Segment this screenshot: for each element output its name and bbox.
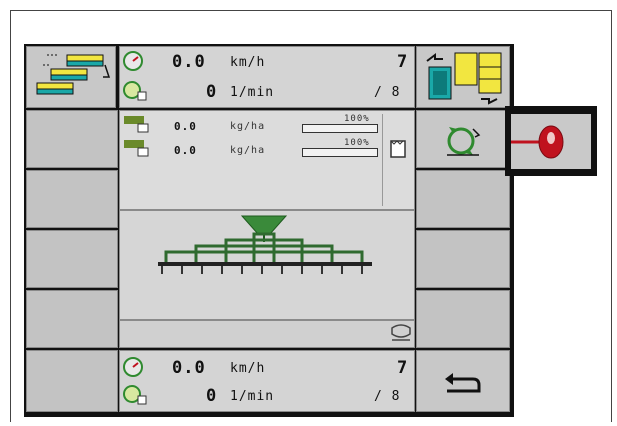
top-rpm-unit: 1/min: [230, 85, 275, 100]
speed-gauge-icon: [123, 51, 143, 71]
joystick-button-icon: [511, 125, 564, 159]
section-layout-icon: [36, 54, 111, 95]
bottom-counter-total: / 8: [374, 389, 401, 404]
rate-1-value: 0.0: [174, 120, 197, 133]
rpm-icon: [123, 81, 147, 101]
bottom-counter-current: 7: [397, 358, 409, 378]
left-softkey-2[interactable]: [26, 110, 118, 168]
refresh-softkey[interactable]: [416, 110, 510, 168]
left-softkey-4[interactable]: [26, 230, 118, 288]
right-softkey-4[interactable]: [416, 230, 510, 288]
back-softkey[interactable]: [416, 350, 510, 412]
hitch-icon: [391, 324, 411, 341]
left-softkey-5[interactable]: [26, 290, 118, 348]
rate-2-unit: kg/ha: [230, 145, 266, 156]
rate-2-bar: [302, 148, 378, 157]
rate-divider: [382, 114, 383, 206]
right-softkey-5[interactable]: [416, 290, 510, 348]
top-rpm-value: 0: [206, 82, 218, 102]
top-speed-value: 0.0: [172, 52, 206, 72]
back-arrow-icon: [445, 373, 481, 393]
terminal-screen: 0.0 km/h 0 1/min 7 / 8 0.0 kg/ha 100% 0.…: [24, 44, 514, 417]
bottom-rpm-value: 0: [206, 386, 218, 406]
refresh-icon: [447, 127, 481, 156]
bottom-rpm-icon: [123, 385, 147, 405]
hitch-panel: [119, 320, 415, 348]
rate-1-percent: 100%: [344, 114, 370, 124]
document-icon: [390, 140, 406, 158]
seeder-graphic-icon: [158, 215, 372, 274]
hopper-2-icon: [124, 140, 149, 157]
joystick-popup-inner[interactable]: [511, 114, 591, 169]
bottom-speed-value: 0.0: [172, 358, 206, 378]
right-softkey-3[interactable]: [416, 170, 510, 228]
bottom-rpm-unit: 1/min: [230, 389, 275, 404]
rate-2-percent: 100%: [344, 138, 370, 148]
left-softkey-3[interactable]: [26, 170, 118, 228]
rate-2-value: 0.0: [174, 144, 197, 157]
bottom-speed-unit: km/h: [230, 361, 266, 376]
bottom-speed-gauge-icon: [123, 357, 143, 377]
joystick-popup: [505, 106, 597, 176]
section-switch-softkey[interactable]: [416, 46, 510, 108]
top-counter-current: 7: [397, 52, 409, 72]
section-layout-softkey[interactable]: [26, 46, 116, 108]
left-softkey-6[interactable]: [26, 350, 118, 412]
top-speed-unit: km/h: [230, 55, 266, 70]
top-counter-total: / 8: [374, 85, 401, 100]
hopper-1-icon: [124, 116, 149, 133]
rate-1-bar: [302, 124, 378, 133]
section-switch-icon: [426, 52, 502, 105]
rate-1-unit: kg/ha: [230, 121, 266, 132]
